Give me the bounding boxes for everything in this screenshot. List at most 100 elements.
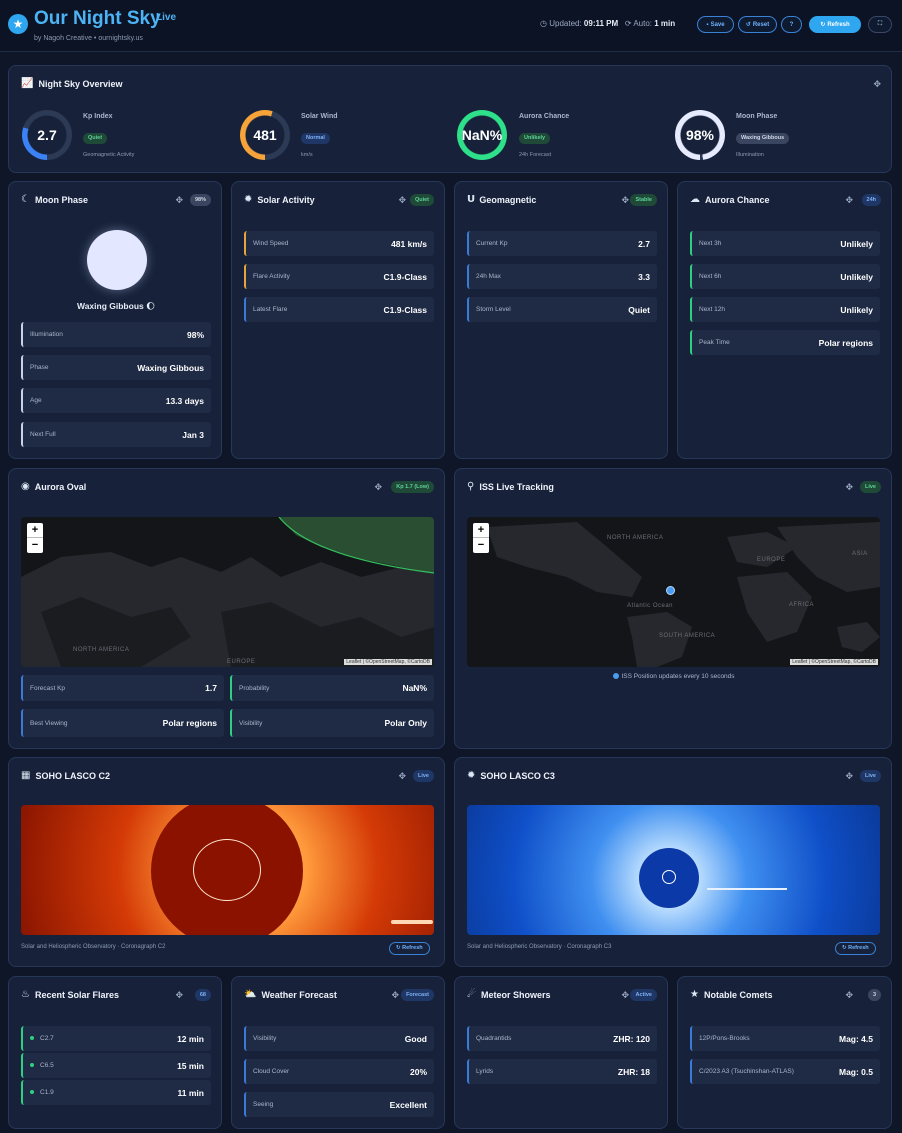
oval-stat: Forecast Kp 1.7 (21, 675, 224, 701)
solar-wind-badge: Normal (301, 133, 330, 144)
flare-row: C1.9 11 min (21, 1080, 211, 1105)
soho-c3-image[interactable] (467, 805, 880, 935)
status-dot (30, 1063, 34, 1068)
soho-c3-caption: Solar and Heliospheric Observatory · Cor… (467, 944, 612, 950)
chart-icon: 📈 (21, 78, 34, 89)
iss-marker[interactable] (666, 586, 675, 595)
geo-row: Storm Level Quiet (467, 297, 657, 322)
drag-handle-icon[interactable]: ✥ (621, 990, 629, 1001)
comet-row: C/2023 A3 (Tsuchinshan-ATLAS) Mag: 0.5 (690, 1059, 880, 1084)
soho-c2-refresh-button[interactable]: ↻ Refresh (389, 942, 430, 955)
moon-phase-card: ☾ Moon Phase ✥ 98% Waxing Gibbous 🌔 Illum… (8, 181, 222, 459)
drag-handle-icon[interactable]: ✥ (398, 771, 406, 782)
sun-icon: ✹ (467, 770, 476, 781)
solar-activity-title: ✹ Solar Activity (244, 194, 315, 205)
aurora-badge: Unlikely (519, 133, 551, 144)
aurora-chance-card: ☁ Aurora Chance ✥ 24h Next 3h Unlikely Nex… (677, 181, 892, 459)
update-status: ◷ Updated: 09:11 PM ⟳ Auto: 1 min (540, 19, 676, 28)
refresh-button[interactable]: ↻ Refresh (809, 16, 861, 33)
kp-badge: Quiet (83, 133, 108, 144)
status-dot (30, 1090, 34, 1095)
zoom-out-button[interactable]: − (473, 538, 489, 553)
solar-activity-badge: Quiet (409, 194, 434, 206)
weather-row: Cloud Cover 20% (244, 1059, 434, 1084)
byline: by Nagoh Creative • ournightsky.us (34, 35, 143, 42)
drag-handle-icon[interactable]: ✥ (621, 195, 629, 206)
moon-label: Moon Phase (736, 113, 778, 120)
solar-row: Wind Speed 481 km/s (244, 231, 434, 256)
fire-icon: ♨ (21, 989, 30, 1000)
moon-phase-badge: 98% (189, 194, 211, 206)
meteor-row: Quadrantids ZHR: 120 (467, 1026, 657, 1051)
solar-row: Flare Activity C1.9-Class (244, 264, 434, 289)
map-label: AFRICA (789, 602, 815, 608)
drag-handle-icon[interactable]: ✥ (374, 482, 382, 493)
iss-map[interactable]: NORTH AMERICA EUROPE ASIA AFRICA SOUTH A… (467, 517, 880, 667)
flare-row: C6.5 15 min (21, 1053, 211, 1078)
aurora-map[interactable]: NORTH AMERICA EUROPE + − Leaflet | ©OpenS… (21, 517, 434, 667)
drag-handle-icon[interactable]: ✥ (873, 79, 881, 90)
soho-c3-card: ✹ SOHO LASCO C3 ✥ Live Solar and Heliosph… (454, 757, 892, 967)
cloud-moon-icon: ☁ (690, 194, 700, 205)
drag-handle-icon[interactable]: ✥ (391, 990, 399, 1001)
kp-label: Kp Index (83, 113, 113, 120)
meteor-row: Lyrids ZHR: 18 (467, 1059, 657, 1084)
overview-title: 📈 Night Sky Overview (21, 78, 123, 89)
zoom-out-button[interactable]: − (27, 538, 43, 553)
iss-caption: ISS Position updates every 10 seconds (455, 673, 893, 680)
weather-card: ⛅ Weather Forecast ✥ Forecast Visibility G… (231, 976, 445, 1129)
live-label: Live (156, 12, 177, 23)
iss-title: ⚲ ISS Live Tracking (467, 481, 554, 492)
soho-c3-badge: Live (859, 770, 881, 782)
drag-handle-icon[interactable]: ✥ (398, 195, 406, 206)
solar-flares-badge: 68 (194, 989, 211, 1001)
help-button[interactable]: ? (781, 16, 802, 33)
drag-handle-icon[interactable]: ✥ (845, 771, 853, 782)
sun-outline (662, 870, 676, 884)
map-label: EUROPE (757, 557, 786, 563)
comet-streak (707, 888, 787, 890)
solar-flares-card: ♨ Recent Solar Flares ✥ 68 C2.7 12 min C6.… (8, 976, 222, 1129)
comets-title: ★ Notable Comets (690, 989, 773, 1000)
weather-badge: Forecast (401, 989, 434, 1001)
meteor-icon: ☄ (467, 989, 476, 1000)
drag-handle-icon[interactable]: ✥ (845, 482, 853, 493)
oval-stat: Visibility Polar Only (230, 709, 434, 737)
cloud-sun-icon: ⛅ (244, 989, 257, 1000)
soho-c2-badge: Live (412, 770, 434, 782)
reset-button[interactable]: ↺ Reset (738, 16, 777, 33)
drag-handle-icon[interactable]: ✥ (845, 195, 853, 206)
soho-c2-image[interactable] (21, 805, 434, 935)
save-button[interactable]: ▪ Save (697, 16, 734, 33)
oval-stat: Probability NaN% (230, 675, 434, 701)
sun-outline (193, 839, 261, 901)
drag-handle-icon[interactable]: ✥ (845, 990, 853, 1001)
app-header: ★ Our Night Sky Live by Nagoh Creative •… (0, 0, 902, 52)
weather-row: Visibility Good (244, 1026, 434, 1051)
meteor-showers-card: ☄ Meteor Showers ✥ Active Quadrantids ZHR:… (454, 976, 668, 1129)
iss-dot-icon (613, 673, 620, 680)
save-icon: ▪ (706, 21, 709, 28)
drag-handle-icon[interactable]: ✥ (175, 990, 183, 1001)
map-label: SOUTH AMERICA (659, 633, 716, 639)
overview-card: 📈 Night Sky Overview ✥ 2.7 Kp Index Quiet… (8, 65, 892, 173)
flare-row: C2.7 12 min (21, 1026, 211, 1051)
zoom-in-button[interactable]: + (473, 523, 489, 538)
map-attribution[interactable]: Leaflet | ©OpenStreetMap, ©CartoDB (790, 659, 878, 665)
star-logo-icon: ★ (8, 14, 28, 34)
geomagnetic-card: Ս Geomagnetic ✥ Stable Current Kp 2.7 24h … (454, 181, 668, 459)
aurora-sub: 24h Forecast (519, 152, 552, 158)
fullscreen-button[interactable]: ⛶ (868, 16, 892, 33)
aurora-map-tiles (21, 517, 434, 667)
status-dot (30, 1036, 34, 1041)
zoom-in-button[interactable]: + (27, 523, 43, 538)
drag-handle-icon[interactable]: ✥ (175, 195, 183, 206)
map-attribution[interactable]: Leaflet | ©OpenStreetMap, ©CartoDB (344, 659, 432, 665)
soho-c3-refresh-button[interactable]: ↻ Refresh (835, 942, 876, 955)
iss-badge: Live (859, 481, 881, 493)
meteor-showers-title: ☄ Meteor Showers (467, 989, 551, 1000)
soho-c2-card: ▦ SOHO LASCO C2 ✥ Live Solar and Heliosph… (8, 757, 445, 967)
map-label: Atlantic Ocean (627, 603, 674, 609)
aurora-row: Next 12h Unlikely (690, 297, 880, 322)
updated-time: 09:11 PM (583, 19, 619, 28)
